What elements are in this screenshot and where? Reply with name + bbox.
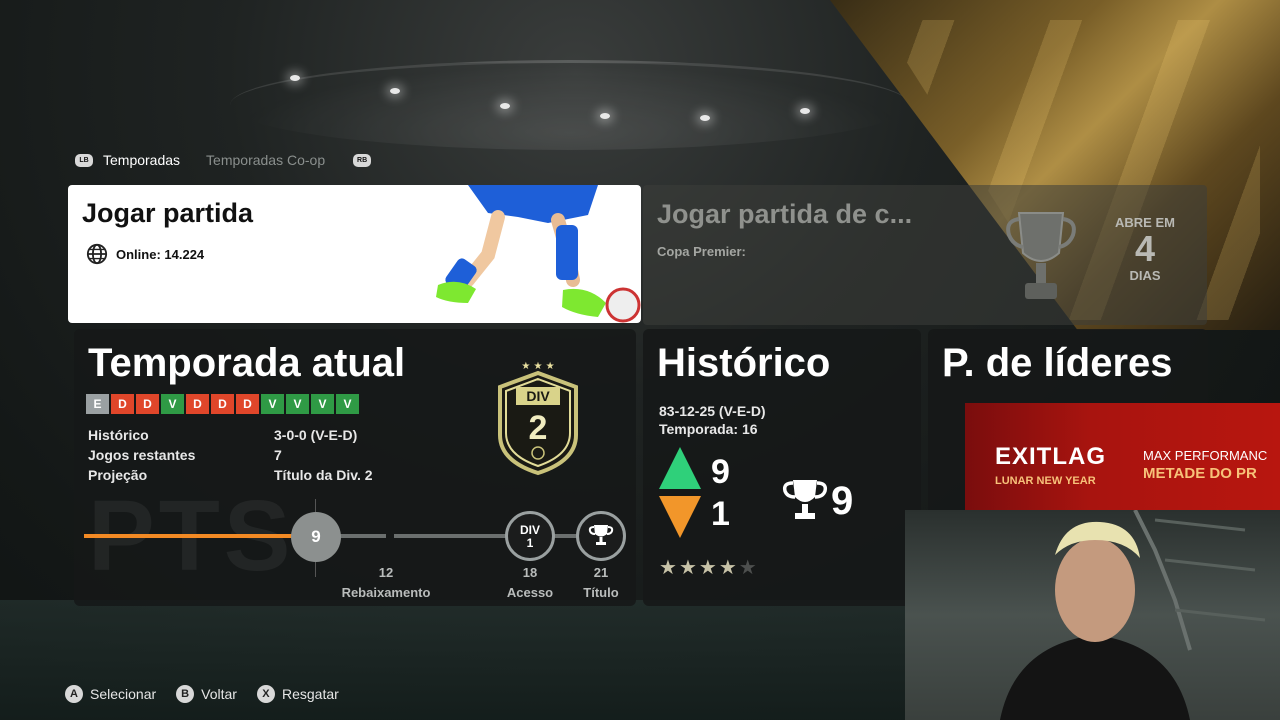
history-season: Temporada: 16 bbox=[659, 421, 758, 437]
points-track-segment bbox=[394, 534, 506, 538]
controller-hints: A Selecionar B Voltar X Resgatar bbox=[65, 685, 351, 703]
opens-days-unit: DIAS bbox=[1129, 268, 1161, 283]
x-button-icon: X bbox=[256, 685, 275, 703]
history-record: 83-12-25 (V-E-D) bbox=[659, 403, 766, 419]
rb-bumper-icon[interactable]: RB bbox=[353, 153, 372, 167]
lb-bumper-icon[interactable]: LB bbox=[75, 153, 93, 167]
result-chip: V bbox=[161, 394, 184, 414]
trophy-icon bbox=[588, 525, 614, 545]
star-empty-icon: ★ bbox=[738, 557, 759, 579]
points-track-segment bbox=[554, 534, 578, 538]
promotion-arrow-icon bbox=[659, 447, 701, 489]
tab-temporadas-coop[interactable]: Temporadas Co-op bbox=[206, 152, 325, 168]
sponsor-logo: EXITLAG bbox=[995, 443, 1107, 470]
history-stats: 83-12-25 (V-E-D) Temporada: 16 bbox=[659, 402, 766, 438]
globe-icon bbox=[86, 243, 108, 265]
result-chip: V bbox=[336, 394, 359, 414]
cup-name: Copa Premier: bbox=[657, 244, 746, 259]
webcam-overlay bbox=[905, 510, 1280, 720]
trophy-icon bbox=[782, 480, 828, 519]
a-button-icon: A bbox=[65, 685, 83, 703]
division-badge: ★ ★ ★ DIV 2 bbox=[498, 361, 578, 476]
stat-label: Histórico bbox=[88, 427, 149, 443]
titles-count: 9 bbox=[831, 479, 854, 523]
relegation-threshold-value: 12 bbox=[378, 565, 394, 580]
sponsor-tagline: LUNAR NEW YEAR bbox=[995, 475, 1096, 487]
current-points-knob: 9 bbox=[291, 512, 341, 562]
milestone-div-number: 1 bbox=[526, 536, 534, 550]
milestone-div-label: DIV bbox=[519, 523, 540, 537]
online-count-text: Online: 14.224 bbox=[116, 246, 205, 262]
stat-value: 7 bbox=[274, 447, 282, 463]
points-track-segment bbox=[340, 534, 386, 538]
svg-text:★ ★ ★: ★ ★ ★ bbox=[521, 361, 554, 372]
opens-days-value: 4 bbox=[1134, 228, 1156, 269]
recent-results: E D D V D D D V V V V bbox=[86, 394, 359, 414]
title-threshold-label: Título bbox=[583, 585, 619, 600]
result-chip: V bbox=[286, 394, 309, 414]
title-threshold-value: 21 bbox=[593, 565, 609, 580]
hint-select-label: Selecionar bbox=[90, 686, 157, 702]
relegations-count: 1 bbox=[711, 495, 730, 533]
hint-back[interactable]: B Voltar bbox=[176, 685, 237, 703]
result-chip: D bbox=[136, 394, 159, 414]
star-filled-icon: ★ bbox=[718, 557, 739, 579]
star-filled-icon: ★ bbox=[698, 557, 719, 579]
title-milestone bbox=[576, 511, 626, 561]
hint-redeem-label: Resgatar bbox=[281, 686, 339, 702]
sponsor-line-1: MAX PERFORMANC bbox=[1143, 448, 1268, 463]
stat-label: Jogos restantes bbox=[88, 447, 196, 463]
cup-match-card[interactable]: Jogar partida de c... Copa Premier: ABRE… bbox=[643, 185, 1207, 325]
season-stats: Histórico 3-0-0 (V-E-D) Jogos restantes 7 … bbox=[88, 427, 373, 487]
player-illustration bbox=[436, 185, 641, 323]
promotions-count: 9 bbox=[711, 453, 730, 491]
mode-tabs: LB Temporadas Temporadas Co-op RB bbox=[75, 152, 372, 168]
result-chip: D bbox=[236, 394, 259, 414]
leaderboards-title: P. de líderes bbox=[942, 341, 1173, 385]
points-progress-fill bbox=[84, 534, 306, 538]
sponsor-banner: EXITLAG LUNAR NEW YEAR MAX PERFORMANC ME… bbox=[965, 403, 1280, 510]
history-panel[interactable]: Histórico 83-12-25 (V-E-D) Temporada: 16… bbox=[643, 329, 921, 606]
result-chip: D bbox=[186, 394, 209, 414]
current-season-panel[interactable]: Temporada atual E D D V D D D V V V V Hi… bbox=[74, 329, 636, 606]
play-match-title: Jogar partida bbox=[82, 198, 254, 228]
opens-countdown: ABRE EM 4 DIAS bbox=[1105, 215, 1185, 283]
tab-temporadas[interactable]: Temporadas bbox=[103, 152, 180, 168]
star-filled-icon: ★ bbox=[659, 557, 679, 579]
hint-select[interactable]: A Selecionar bbox=[65, 685, 156, 703]
play-match-card[interactable]: Jogar partida Online: 14.224 bbox=[68, 185, 641, 323]
stat-value: 3-0-0 (V-E-D) bbox=[274, 427, 358, 443]
result-chip: V bbox=[261, 394, 284, 414]
sponsor-line-2: METADE DO PR bbox=[1143, 465, 1257, 482]
current-season-title: Temporada atual bbox=[88, 341, 406, 385]
division-badge-label: DIV bbox=[526, 388, 550, 404]
result-chip: V bbox=[311, 394, 334, 414]
stadium-lights-background bbox=[230, 60, 910, 150]
result-chip: E bbox=[86, 394, 109, 414]
division-badge-number: 2 bbox=[529, 409, 548, 447]
cup-trophy-icon bbox=[1006, 212, 1076, 299]
promotion-threshold-label: Acesso bbox=[506, 585, 554, 600]
cup-match-title: Jogar partida de c... bbox=[657, 199, 913, 229]
hint-redeem[interactable]: X Resgatar bbox=[256, 685, 339, 703]
relegation-threshold-label: Rebaixamento bbox=[341, 585, 431, 600]
b-button-icon: B bbox=[176, 685, 195, 703]
result-chip: D bbox=[111, 394, 134, 414]
history-title: Histórico bbox=[657, 341, 831, 385]
streamer-image bbox=[1000, 510, 1266, 720]
rating-stars: ★★★★★ bbox=[659, 555, 759, 580]
promotion-threshold-value: 18 bbox=[522, 565, 538, 580]
hint-back-label: Voltar bbox=[201, 686, 237, 702]
online-count: Online: 14.224 bbox=[86, 243, 204, 265]
result-chip: D bbox=[211, 394, 234, 414]
star-filled-icon: ★ bbox=[678, 557, 699, 579]
relegation-arrow-icon bbox=[659, 496, 701, 538]
promotion-milestone: DIV 1 bbox=[505, 511, 555, 561]
